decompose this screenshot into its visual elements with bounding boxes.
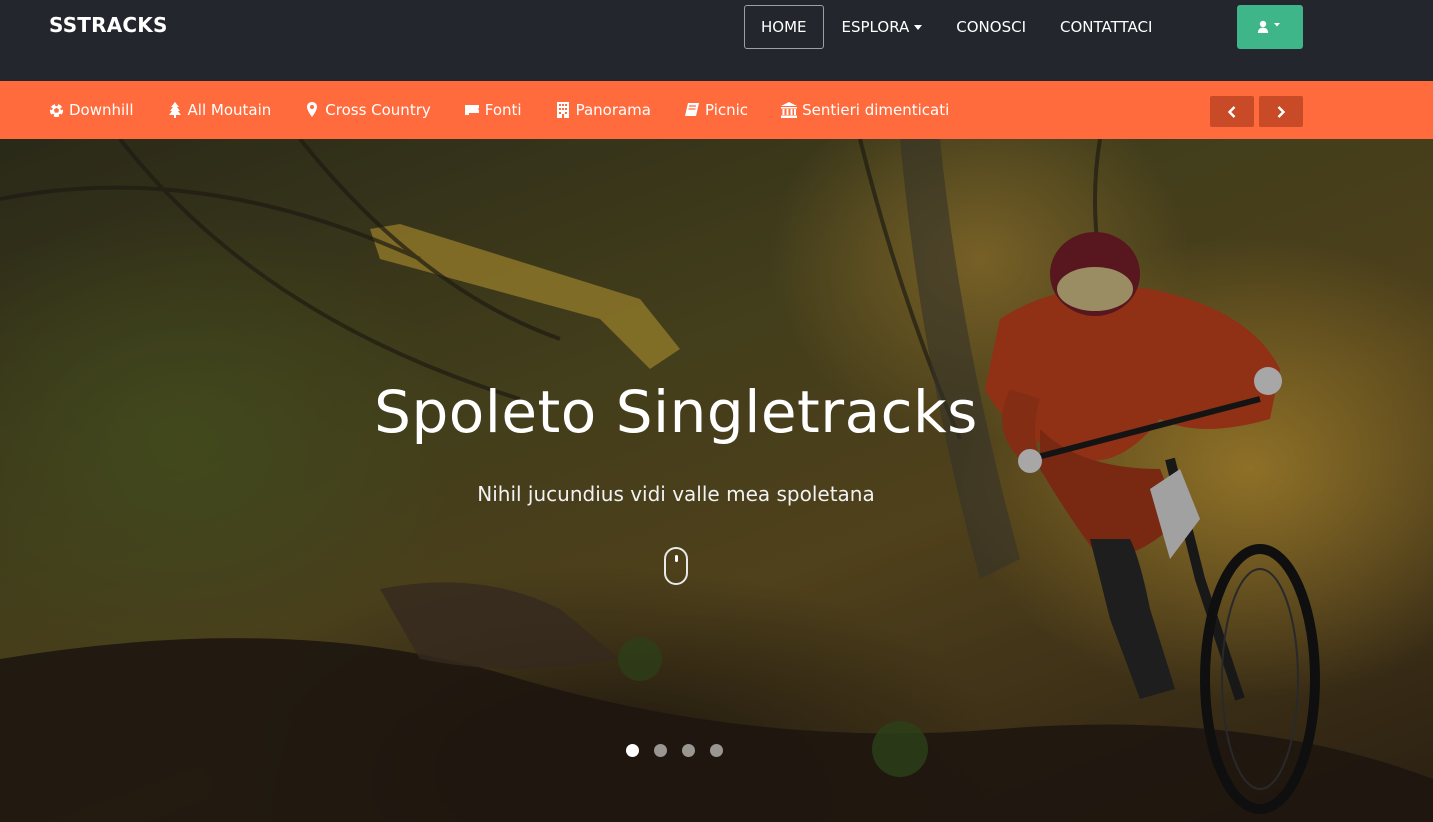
- carousel-dot-1[interactable]: [626, 744, 639, 757]
- category-label: Downhill: [69, 101, 134, 119]
- top-navbar: SSTRACKS HOME ESPLORA CONOSCI CONTATTACI: [0, 0, 1433, 81]
- category-next-button[interactable]: [1259, 96, 1303, 127]
- chevron-left-icon: [1227, 105, 1236, 118]
- tree-icon: [167, 102, 183, 118]
- user-menu-button[interactable]: [1237, 5, 1303, 49]
- map-marker-icon: [304, 102, 320, 118]
- bank-icon: [781, 102, 798, 118]
- brand-logo[interactable]: SSTRACKS: [49, 13, 168, 37]
- category-label: Panorama: [575, 101, 651, 119]
- main-nav: HOME ESPLORA CONOSCI CONTATTACI: [744, 5, 1170, 49]
- category-label: Sentieri dimenticati: [802, 101, 950, 119]
- hero-title: Spoleto Singletracks: [374, 378, 978, 446]
- nav-about[interactable]: CONOSCI: [940, 5, 1042, 49]
- category-label: All Moutain: [187, 101, 272, 119]
- carousel-indicators: [626, 744, 738, 757]
- category-downhill[interactable]: Downhill: [48, 101, 134, 119]
- carousel-dot-2[interactable]: [654, 744, 667, 757]
- carousel-dot-4[interactable]: [710, 744, 723, 757]
- hero-overlay: [0, 139, 1433, 822]
- category-fonti[interactable]: Fonti: [464, 101, 522, 119]
- carousel-dot-3[interactable]: [682, 744, 695, 757]
- category-label: Cross Country: [325, 101, 431, 119]
- category-prev-button[interactable]: [1210, 96, 1254, 127]
- user-icon: [1257, 20, 1280, 33]
- nav-explore-label: ESPLORA: [841, 18, 910, 36]
- category-bar: Downhill All Moutain Cross Country Fonti…: [0, 81, 1433, 139]
- soccer-ball-icon: [48, 102, 64, 118]
- nav-home[interactable]: HOME: [744, 5, 824, 49]
- caret-down-icon: [914, 25, 923, 30]
- category-picnic[interactable]: Picnic: [684, 101, 748, 119]
- book-icon: [684, 102, 700, 118]
- scroll-down-icon[interactable]: [664, 547, 688, 585]
- category-panorama[interactable]: Panorama: [555, 101, 651, 119]
- chevron-right-icon: [1277, 105, 1286, 118]
- category-all-mountain[interactable]: All Moutain: [167, 101, 272, 119]
- category-forgotten-trails[interactable]: Sentieri dimenticati: [781, 101, 949, 119]
- building-icon: [555, 102, 571, 118]
- nav-explore-dropdown[interactable]: ESPLORA: [826, 5, 939, 49]
- category-cross-country[interactable]: Cross Country: [304, 101, 431, 119]
- category-list: Downhill All Moutain Cross Country Fonti…: [48, 81, 982, 139]
- hero-subtitle: Nihil jucundius vidi valle mea spoletana: [477, 482, 875, 506]
- nav-contact[interactable]: CONTATTACI: [1044, 5, 1168, 49]
- ticket-icon: [464, 102, 480, 118]
- category-label: Picnic: [705, 101, 749, 119]
- category-label: Fonti: [484, 101, 522, 119]
- hero-carousel: Spoleto Singletracks Nihil jucundius vid…: [0, 139, 1433, 822]
